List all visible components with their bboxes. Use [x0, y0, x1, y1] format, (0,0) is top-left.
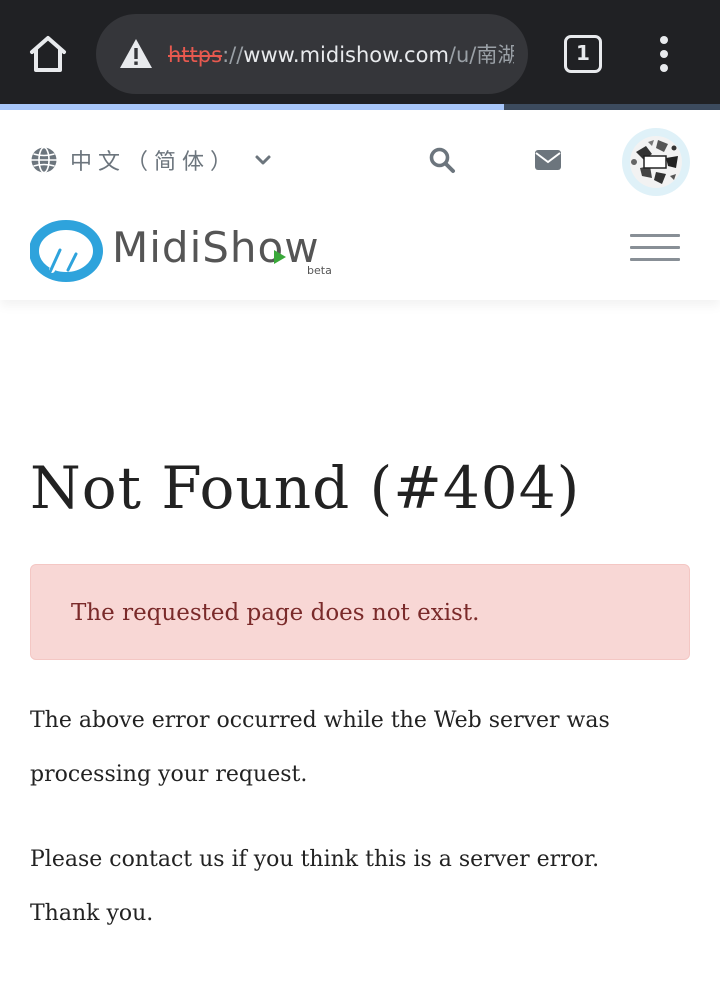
logo-mark — [30, 220, 103, 282]
globe-icon — [31, 146, 57, 174]
error-description: The above error occurred while the Web s… — [30, 708, 610, 787]
logo-text: MidiShow — [112, 223, 320, 272]
search-icon[interactable] — [428, 146, 456, 174]
url-host: www.midishow.com — [243, 43, 449, 67]
page-title: Not Found (#404) — [30, 454, 581, 522]
url-scheme: https — [168, 43, 223, 67]
language-selector[interactable]: 中文（简体） — [30, 142, 272, 178]
url-path: /u/南湖 — [448, 43, 514, 67]
tab-switcher-icon[interactable]: 1 — [564, 35, 602, 73]
home-icon[interactable] — [24, 30, 72, 78]
url-text[interactable]: https://www.midishow.com/u/南湖 — [168, 40, 514, 70]
browser-toolbar: https://www.midishow.com/u/南湖 1 — [0, 0, 720, 106]
hamburger-line — [630, 258, 680, 261]
address-bar[interactable]: https://www.midishow.com/u/南湖 — [96, 14, 528, 94]
hamburger-line — [630, 246, 680, 249]
error-alert: The requested page does not exist. — [30, 564, 690, 660]
mail-icon[interactable] — [534, 148, 562, 172]
language-label: 中文（简体） — [70, 150, 239, 175]
contact-note: Please contact us if you think this is a… — [30, 847, 600, 926]
chevron-down-icon — [255, 155, 271, 165]
logo-beta-badge: beta — [307, 264, 332, 277]
avatar[interactable] — [622, 128, 690, 196]
alert-message: The requested page does not exist. — [71, 600, 480, 626]
hamburger-menu-icon[interactable] — [630, 232, 680, 264]
url-separator: :// — [222, 43, 244, 67]
site-logo[interactable]: MidiShow beta — [30, 218, 340, 284]
more-vert-icon[interactable] — [650, 34, 678, 74]
not-secure-warning-icon[interactable] — [118, 36, 154, 72]
play-icon — [274, 250, 286, 264]
avatar-image — [630, 136, 682, 188]
site-header: 中文（简体） MidiShow beta — [0, 110, 720, 300]
hamburger-line — [630, 234, 680, 237]
